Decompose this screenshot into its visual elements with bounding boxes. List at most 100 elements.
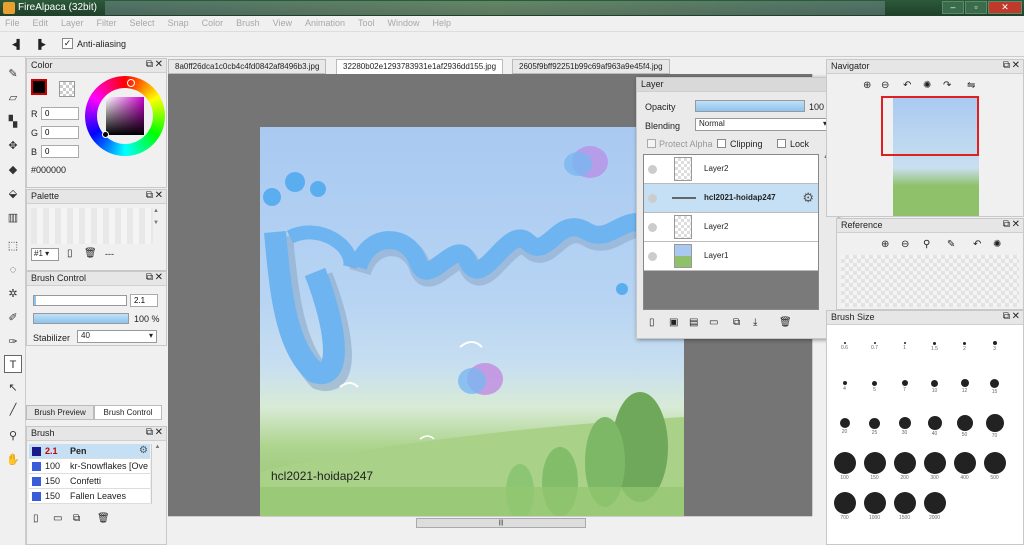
new-brush-icon[interactable]: ▯ bbox=[33, 513, 39, 524]
new-palette-icon[interactable]: ▯ bbox=[67, 248, 73, 259]
float-icon[interactable]: ⧉ bbox=[146, 190, 153, 201]
tab-brush-control[interactable]: Brush Control bbox=[94, 405, 162, 420]
foreground-color-swatch[interactable] bbox=[31, 79, 47, 95]
hue-handle[interactable] bbox=[127, 79, 135, 87]
brush-folder-icon[interactable]: ▭ bbox=[53, 513, 62, 524]
brush-size-option[interactable]: 1 bbox=[891, 331, 918, 369]
layer-row-selected[interactable]: hcl2021-hoidap247 ⚙ bbox=[644, 184, 818, 213]
brush-size-option[interactable]: 30 bbox=[891, 411, 918, 449]
select-eraser-tool-icon[interactable]: ✑ bbox=[4, 333, 22, 351]
saturation-value-square[interactable] bbox=[106, 97, 144, 135]
brush-item[interactable]: 100 kr-Snowflakes [Ove bbox=[29, 459, 150, 474]
search-icon[interactable]: ⚲ bbox=[923, 239, 930, 250]
brush-opacity-slider[interactable] bbox=[33, 313, 129, 324]
divide-tool-icon[interactable]: ╱ bbox=[4, 401, 22, 419]
gradient-tool-icon[interactable]: ▥ bbox=[4, 209, 22, 227]
operation-tool-icon[interactable]: ↖ bbox=[4, 379, 22, 397]
brush-size-option[interactable]: 4 bbox=[831, 371, 858, 409]
lock-checkbox[interactable] bbox=[777, 139, 786, 148]
eyedropper-icon[interactable]: ✎ bbox=[947, 239, 955, 250]
eraser-tool-icon[interactable]: ▱ bbox=[4, 89, 22, 107]
brush-size-option[interactable]: 7 bbox=[891, 371, 918, 409]
menu-item-color[interactable]: Color bbox=[202, 18, 224, 28]
select-pen-tool-icon[interactable]: ✐ bbox=[4, 309, 22, 327]
b-field[interactable] bbox=[41, 145, 79, 158]
protect-alpha-checkbox[interactable] bbox=[647, 139, 656, 148]
clipping-checkbox[interactable] bbox=[717, 139, 726, 148]
minimize-button[interactable]: – bbox=[942, 1, 964, 14]
zoom-in-icon[interactable]: ⊕ bbox=[881, 239, 889, 250]
close-icon[interactable]: ✕ bbox=[155, 272, 163, 283]
brush-size-option[interactable]: 0.6 bbox=[831, 331, 858, 369]
rotate-left-icon[interactable]: ↶ bbox=[903, 80, 911, 91]
palette-scroll-arrows[interactable]: ▲ ▼ bbox=[153, 208, 159, 226]
brush-size-option[interactable]: 100 bbox=[831, 451, 858, 489]
menu-item-filter[interactable]: Filter bbox=[97, 18, 117, 28]
brush-size-option[interactable]: 25 bbox=[861, 411, 888, 449]
navigator-preview[interactable] bbox=[881, 96, 979, 216]
brush-scrollbar[interactable]: ▲ bbox=[151, 444, 163, 504]
brush-size-option[interactable]: 150 bbox=[861, 451, 888, 489]
menu-item-view[interactable]: View bbox=[273, 18, 292, 28]
layer-row[interactable]: Layer1 bbox=[644, 242, 818, 271]
gear-icon[interactable]: ⚙ bbox=[139, 445, 148, 456]
brush-size-option[interactable]: 2000 bbox=[921, 491, 948, 529]
eyedropper-tool-icon[interactable]: ⚲ bbox=[4, 427, 22, 445]
magic-wand-tool-icon[interactable]: ✲ bbox=[4, 285, 22, 303]
float-icon[interactable]: ⧉ bbox=[1003, 311, 1010, 322]
gear-icon[interactable]: ⚙ bbox=[802, 190, 814, 206]
float-icon[interactable]: ⧉ bbox=[146, 427, 153, 438]
pen-tool-icon[interactable]: ✎ bbox=[4, 65, 22, 83]
brush-size-slider[interactable] bbox=[33, 295, 127, 306]
hand-tool-icon[interactable]: ✋ bbox=[4, 451, 22, 469]
brush-size-option[interactable]: 300 bbox=[921, 451, 948, 489]
menu-item-select[interactable]: Select bbox=[130, 18, 155, 28]
duplicate-brush-icon[interactable]: ⧉ bbox=[73, 513, 80, 524]
layer-opacity-slider[interactable] bbox=[695, 100, 805, 112]
palette-swatch-area[interactable] bbox=[31, 208, 153, 244]
color-wheel[interactable] bbox=[85, 76, 165, 156]
dot-tool-icon[interactable]: ▚ bbox=[4, 113, 22, 131]
close-icon[interactable]: ✕ bbox=[1012, 219, 1020, 230]
brush-size-option[interactable]: 500 bbox=[981, 451, 1008, 489]
visibility-icon[interactable] bbox=[648, 194, 657, 203]
delete-brush-icon[interactable]: 🗑 bbox=[97, 513, 110, 524]
tab-doc-3[interactable]: 2605f9bff92251b99c69af963a9e45f4.jpg bbox=[512, 59, 670, 74]
menu-item-layer[interactable]: Layer bbox=[61, 18, 84, 28]
close-icon[interactable]: ✕ bbox=[155, 427, 163, 438]
menu-item-file[interactable]: File bbox=[5, 18, 20, 28]
reset-icon[interactable]: ✺ bbox=[993, 239, 1001, 250]
duplicate-layer-icon[interactable]: ⧉ bbox=[733, 317, 740, 328]
brush-item[interactable]: 150 Fallen Leaves bbox=[29, 489, 150, 504]
brush-size-option[interactable]: 200 bbox=[891, 451, 918, 489]
flip-icon[interactable]: ⇋ bbox=[967, 80, 975, 91]
navigator-viewport-rect[interactable] bbox=[881, 96, 979, 156]
visibility-icon[interactable] bbox=[648, 252, 657, 261]
brush-size-option[interactable]: 70 bbox=[981, 411, 1008, 449]
brush-size-option[interactable]: 700 bbox=[831, 491, 858, 529]
new-folder-icon[interactable]: ▭ bbox=[709, 317, 718, 328]
layer-row[interactable]: Layer2 bbox=[644, 155, 818, 184]
reset-view-icon[interactable]: ✺ bbox=[923, 80, 931, 91]
brush-size-field[interactable] bbox=[130, 294, 158, 307]
tab-doc-1[interactable]: 8a0ff26dca1c0cb4c4fd0842af8496b3.jpg bbox=[168, 59, 327, 74]
merge-down-icon[interactable]: ⤓ bbox=[753, 317, 757, 328]
brush-size-option[interactable]: 1.5 bbox=[921, 331, 948, 369]
r-field[interactable] bbox=[41, 107, 79, 120]
brush-size-option[interactable]: 1000 bbox=[861, 491, 888, 529]
brush-item-selected[interactable]: 2.1 Pen ⚙ bbox=[29, 444, 150, 459]
select-tool-icon[interactable]: ⬚ bbox=[4, 237, 22, 255]
delete-palette-icon[interactable]: 🗑 bbox=[84, 248, 97, 259]
brush-size-option[interactable]: 15 bbox=[981, 371, 1008, 409]
rotate-right-icon[interactable]: ↷ bbox=[943, 80, 951, 91]
float-icon[interactable]: ⧉ bbox=[1003, 219, 1010, 230]
zoom-out-icon[interactable]: ⊖ bbox=[901, 239, 909, 250]
menu-item-help[interactable]: Help bbox=[433, 18, 452, 28]
new-layer-icon[interactable]: ▯ bbox=[649, 317, 655, 328]
close-icon[interactable]: ✕ bbox=[1012, 60, 1020, 71]
lasso-tool-icon[interactable]: ◌ bbox=[4, 261, 22, 279]
reference-image-area[interactable] bbox=[841, 255, 1019, 307]
brush-size-option[interactable]: 5 bbox=[861, 371, 888, 409]
fill-tool-icon[interactable]: ◆ bbox=[4, 161, 22, 179]
menu-item-brush[interactable]: Brush bbox=[236, 18, 260, 28]
